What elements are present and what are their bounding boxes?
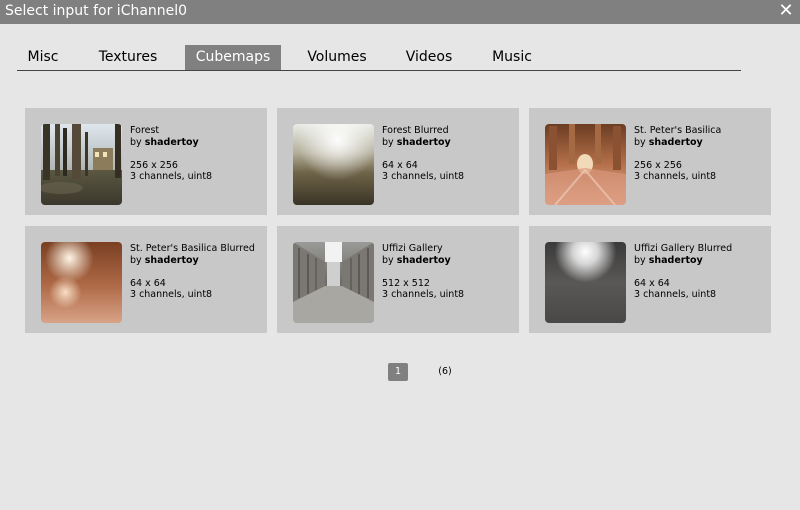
card-author-line: by shadertoy (634, 137, 764, 149)
card-format: 3 channels, uint8 (382, 171, 465, 182)
dialog-titlebar: Select input for iChannel0 ✕ (0, 0, 800, 24)
cubemap-card-st-peters-basilica-blurred[interactable]: St. Peter's Basilica Blurred by shaderto… (25, 226, 267, 333)
card-author-line: by shadertoy (382, 255, 512, 267)
tab-videos[interactable]: Videos (395, 45, 463, 70)
card-format: 3 channels, uint8 (130, 171, 213, 182)
forest-thumbnail (41, 124, 122, 205)
card-size: 512 x 512 (382, 277, 430, 289)
card-info: St. Peter's Basilica Blurred by shaderto… (130, 243, 260, 301)
card-size: 64 x 64 (130, 277, 166, 289)
st-peters-thumbnail (545, 124, 626, 205)
card-by: by (130, 136, 142, 148)
card-by: by (382, 254, 394, 266)
uffizi-blurred-thumbnail (545, 242, 626, 323)
card-info: Forest by shadertoy 256 x 256 3 channels… (130, 125, 260, 183)
tab-volumes[interactable]: Volumes (299, 45, 375, 70)
card-info: Uffizi Gallery by shadertoy 512 x 512 3 … (382, 243, 512, 301)
tab-cubemaps[interactable]: Cubemaps (185, 45, 281, 70)
card-title: Forest Blurred (382, 125, 449, 136)
card-size: 256 x 256 (634, 159, 682, 171)
card-by: by (130, 254, 142, 266)
card-info: Uffizi Gallery Blurred by shadertoy 64 x… (634, 243, 764, 301)
card-author-line: by shadertoy (382, 137, 512, 149)
card-author: shadertoy (144, 136, 199, 148)
cubemap-card-forest[interactable]: Forest by shadertoy 256 x 256 3 channels… (25, 108, 267, 215)
card-format: 3 channels, uint8 (634, 289, 717, 300)
tab-misc[interactable]: Misc (17, 45, 69, 70)
tab-bar: Misc Textures Cubemaps Volumes Videos Mu… (17, 45, 741, 71)
st-peters-blurred-thumbnail (41, 242, 122, 323)
tab-textures[interactable]: Textures (88, 45, 168, 70)
card-title: St. Peter's Basilica (634, 125, 722, 136)
card-format: 3 channels, uint8 (634, 171, 717, 182)
card-author: shadertoy (396, 254, 451, 266)
card-title: Uffizi Gallery Blurred (634, 243, 733, 254)
cubemap-card-uffizi-gallery-blurred[interactable]: Uffizi Gallery Blurred by shadertoy 64 x… (529, 226, 771, 333)
card-author: shadertoy (144, 254, 199, 266)
card-info: Forest Blurred by shadertoy 64 x 64 3 ch… (382, 125, 512, 183)
card-title: Forest (130, 125, 160, 136)
forest-blurred-thumbnail (293, 124, 374, 205)
uffizi-thumbnail (293, 242, 374, 323)
cubemap-card-uffizi-gallery[interactable]: Uffizi Gallery by shadertoy 512 x 512 3 … (277, 226, 519, 333)
card-by: by (634, 136, 646, 148)
card-size: 256 x 256 (130, 159, 178, 171)
pagination-page-1[interactable]: 1 (388, 363, 408, 381)
card-size: 64 x 64 (382, 159, 418, 171)
card-by: by (634, 254, 646, 266)
card-info: St. Peter's Basilica by shadertoy 256 x … (634, 125, 764, 183)
card-author: shadertoy (396, 136, 451, 148)
cubemap-card-st-peters-basilica[interactable]: St. Peter's Basilica by shadertoy 256 x … (529, 108, 771, 215)
dialog-title: Select input for iChannel0 (5, 3, 188, 19)
card-size: 64 x 64 (634, 277, 670, 289)
pagination-total[interactable]: (6) (432, 363, 458, 381)
close-icon[interactable]: ✕ (778, 2, 794, 20)
card-format: 3 channels, uint8 (130, 289, 213, 300)
card-author: shadertoy (648, 254, 703, 266)
card-author-line: by shadertoy (130, 255, 260, 267)
card-title: St. Peter's Basilica Blurred (130, 243, 255, 254)
card-title: Uffizi Gallery (382, 243, 443, 254)
cubemap-card-forest-blurred[interactable]: Forest Blurred by shadertoy 64 x 64 3 ch… (277, 108, 519, 215)
card-by: by (382, 136, 394, 148)
card-author-line: by shadertoy (130, 137, 260, 149)
card-author-line: by shadertoy (634, 255, 764, 267)
tab-music[interactable]: Music (483, 45, 541, 70)
card-format: 3 channels, uint8 (382, 289, 465, 300)
card-author: shadertoy (648, 136, 703, 148)
